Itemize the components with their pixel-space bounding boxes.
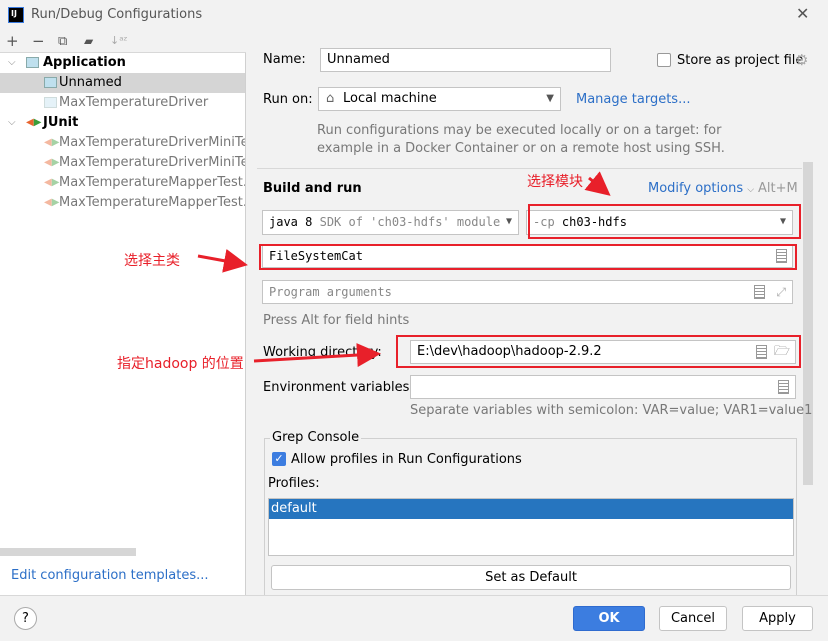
arrow-main-class xyxy=(197,248,248,273)
cancel-button[interactable]: Cancel xyxy=(659,606,727,631)
apply-button[interactable]: Apply xyxy=(742,606,813,631)
arrow-hadoop xyxy=(253,343,381,368)
help-button[interactable]: ? xyxy=(14,607,37,630)
annotation-arrows xyxy=(197,171,611,368)
ok-button[interactable]: OK xyxy=(573,606,645,631)
arrow-module xyxy=(584,171,611,196)
